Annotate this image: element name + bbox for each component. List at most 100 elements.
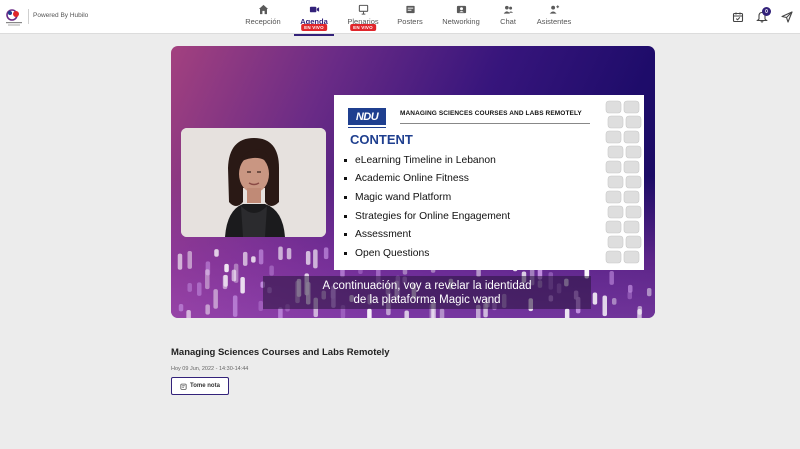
pattern-tile bbox=[625, 205, 642, 219]
live-badge: EN VIVO bbox=[350, 24, 376, 31]
nav-label-networking: Networking bbox=[442, 17, 480, 26]
decorative-bar bbox=[213, 289, 218, 309]
chat-icon bbox=[503, 5, 513, 14]
pattern-tile bbox=[607, 145, 624, 159]
slide-heading: CONTENT bbox=[350, 132, 413, 147]
decorative-bar bbox=[286, 247, 292, 260]
decorative-bar bbox=[233, 263, 239, 283]
decorative-bar bbox=[205, 269, 210, 290]
presentation-icon bbox=[358, 4, 368, 15]
presenter-video-feed bbox=[181, 128, 326, 237]
pattern-tile bbox=[623, 190, 640, 204]
decorative-bar bbox=[313, 249, 318, 269]
slide-content-list: eLearning Timeline in Lebanon Academic O… bbox=[344, 151, 510, 263]
decorative-bar bbox=[564, 308, 570, 318]
nav-item-networking[interactable]: Networking bbox=[441, 4, 481, 32]
slide-list-item: eLearning Timeline in Lebanon bbox=[344, 151, 510, 170]
decorative-bar bbox=[269, 265, 274, 276]
slide-list-item: Academic Online Fitness bbox=[344, 170, 510, 189]
decorative-bar bbox=[592, 292, 598, 305]
decorative-bar bbox=[205, 304, 210, 315]
decorative-bar bbox=[178, 304, 184, 312]
slide-title: MANAGING SCIENCES COURSES AND LABS REMOT… bbox=[400, 110, 582, 117]
pattern-tile bbox=[607, 235, 624, 249]
logo-divider bbox=[28, 9, 29, 24]
note-icon bbox=[180, 383, 187, 390]
decorative-bar bbox=[323, 247, 329, 260]
caption-line: de la plataforma Magic wand bbox=[353, 293, 501, 306]
presentation-slide: NDU MANAGING SCIENCES COURSES AND LABS R… bbox=[334, 95, 644, 270]
slide-decorative-pattern bbox=[605, 100, 642, 264]
nav-item-agenda[interactable]: Agenda EN VIVO bbox=[294, 4, 334, 36]
pattern-tile bbox=[623, 130, 640, 144]
decorative-bar bbox=[602, 295, 608, 317]
decorative-bar bbox=[222, 274, 228, 290]
decorative-bar bbox=[240, 276, 245, 294]
decorative-bar bbox=[224, 263, 229, 273]
logo-underline bbox=[348, 127, 386, 128]
pattern-tile bbox=[623, 160, 640, 174]
send-icon[interactable] bbox=[781, 11, 793, 23]
networking-icon bbox=[456, 5, 466, 14]
nav-item-chat[interactable]: Chat bbox=[498, 4, 518, 32]
pattern-tile bbox=[607, 115, 624, 129]
calendar-icon[interactable] bbox=[732, 11, 744, 23]
nav-item-posters[interactable]: Posters bbox=[397, 4, 423, 32]
decorative-bar bbox=[214, 249, 219, 257]
decorative-bar bbox=[367, 308, 372, 318]
session-title: Managing Sciences Courses and Labs Remot… bbox=[171, 347, 390, 358]
nav-label-posters: Posters bbox=[397, 17, 423, 26]
pattern-tile bbox=[625, 115, 642, 129]
pattern-tile bbox=[607, 205, 624, 219]
video-player[interactable]: NDU MANAGING SCIENCES COURSES AND LABS R… bbox=[171, 46, 655, 318]
pattern-tile bbox=[623, 220, 640, 234]
slide-list-item: Strategies for Online Engagement bbox=[344, 207, 510, 226]
slide-list-item: Magic wand Platform bbox=[344, 188, 510, 207]
university-logo: NDU bbox=[348, 108, 386, 125]
pattern-tile bbox=[605, 190, 622, 204]
poster-icon bbox=[405, 5, 415, 14]
caption-line: A continuación, voy a revelar la identid… bbox=[322, 279, 532, 292]
pattern-tile bbox=[605, 220, 622, 234]
video-camera-icon bbox=[309, 6, 319, 13]
subtitle-caption: A continuación, voy a revelar la identid… bbox=[263, 276, 591, 309]
pattern-tile bbox=[625, 235, 642, 249]
pattern-tile bbox=[605, 130, 622, 144]
nav-label-chat: Chat bbox=[500, 17, 516, 26]
decorative-bar bbox=[186, 310, 191, 318]
decorative-bar bbox=[242, 251, 248, 266]
home-icon bbox=[258, 4, 268, 15]
decorative-bar bbox=[611, 297, 617, 305]
decorative-bar bbox=[646, 288, 652, 297]
decorative-bar bbox=[187, 282, 192, 292]
pattern-tile bbox=[605, 250, 622, 264]
decorative-bar bbox=[404, 310, 409, 318]
decorative-bar bbox=[637, 306, 643, 315]
decorative-bar bbox=[197, 282, 202, 296]
pattern-tile bbox=[605, 160, 622, 174]
decorative-bar bbox=[609, 270, 614, 285]
nav-item-plenarios[interactable]: Plenarios EN VIVO bbox=[347, 4, 379, 32]
top-navigation-bar: Powered By Hubilo Recepción Agenda EN VI… bbox=[0, 0, 800, 36]
pattern-tile bbox=[605, 100, 622, 114]
pattern-tile bbox=[623, 250, 640, 264]
nav-item-recepcion[interactable]: Recepción bbox=[245, 4, 281, 32]
slide-list-item: Assessment bbox=[344, 225, 510, 244]
take-note-button[interactable]: Tome nota bbox=[171, 377, 229, 395]
decorative-bar bbox=[232, 295, 238, 317]
nav-label-recepcion: Recepción bbox=[245, 17, 281, 26]
people-icon bbox=[549, 5, 559, 14]
pattern-tile bbox=[607, 175, 624, 189]
presenter-webcam bbox=[181, 128, 326, 237]
decorative-bar bbox=[187, 251, 192, 269]
decorative-bar bbox=[627, 284, 633, 293]
decorative-bar bbox=[305, 250, 311, 265]
nav-label-asistentes: Asistentes bbox=[536, 17, 572, 26]
decorative-bar bbox=[177, 253, 183, 270]
session-date: Hoy 09 Jun, 2022 - 14:30-14:44 bbox=[171, 366, 249, 372]
decorative-bar bbox=[258, 249, 264, 265]
pattern-tile bbox=[625, 175, 642, 189]
decorative-bar bbox=[278, 246, 283, 261]
nav-item-asistentes[interactable]: Asistentes bbox=[536, 4, 572, 32]
event-logo[interactable] bbox=[3, 6, 25, 28]
